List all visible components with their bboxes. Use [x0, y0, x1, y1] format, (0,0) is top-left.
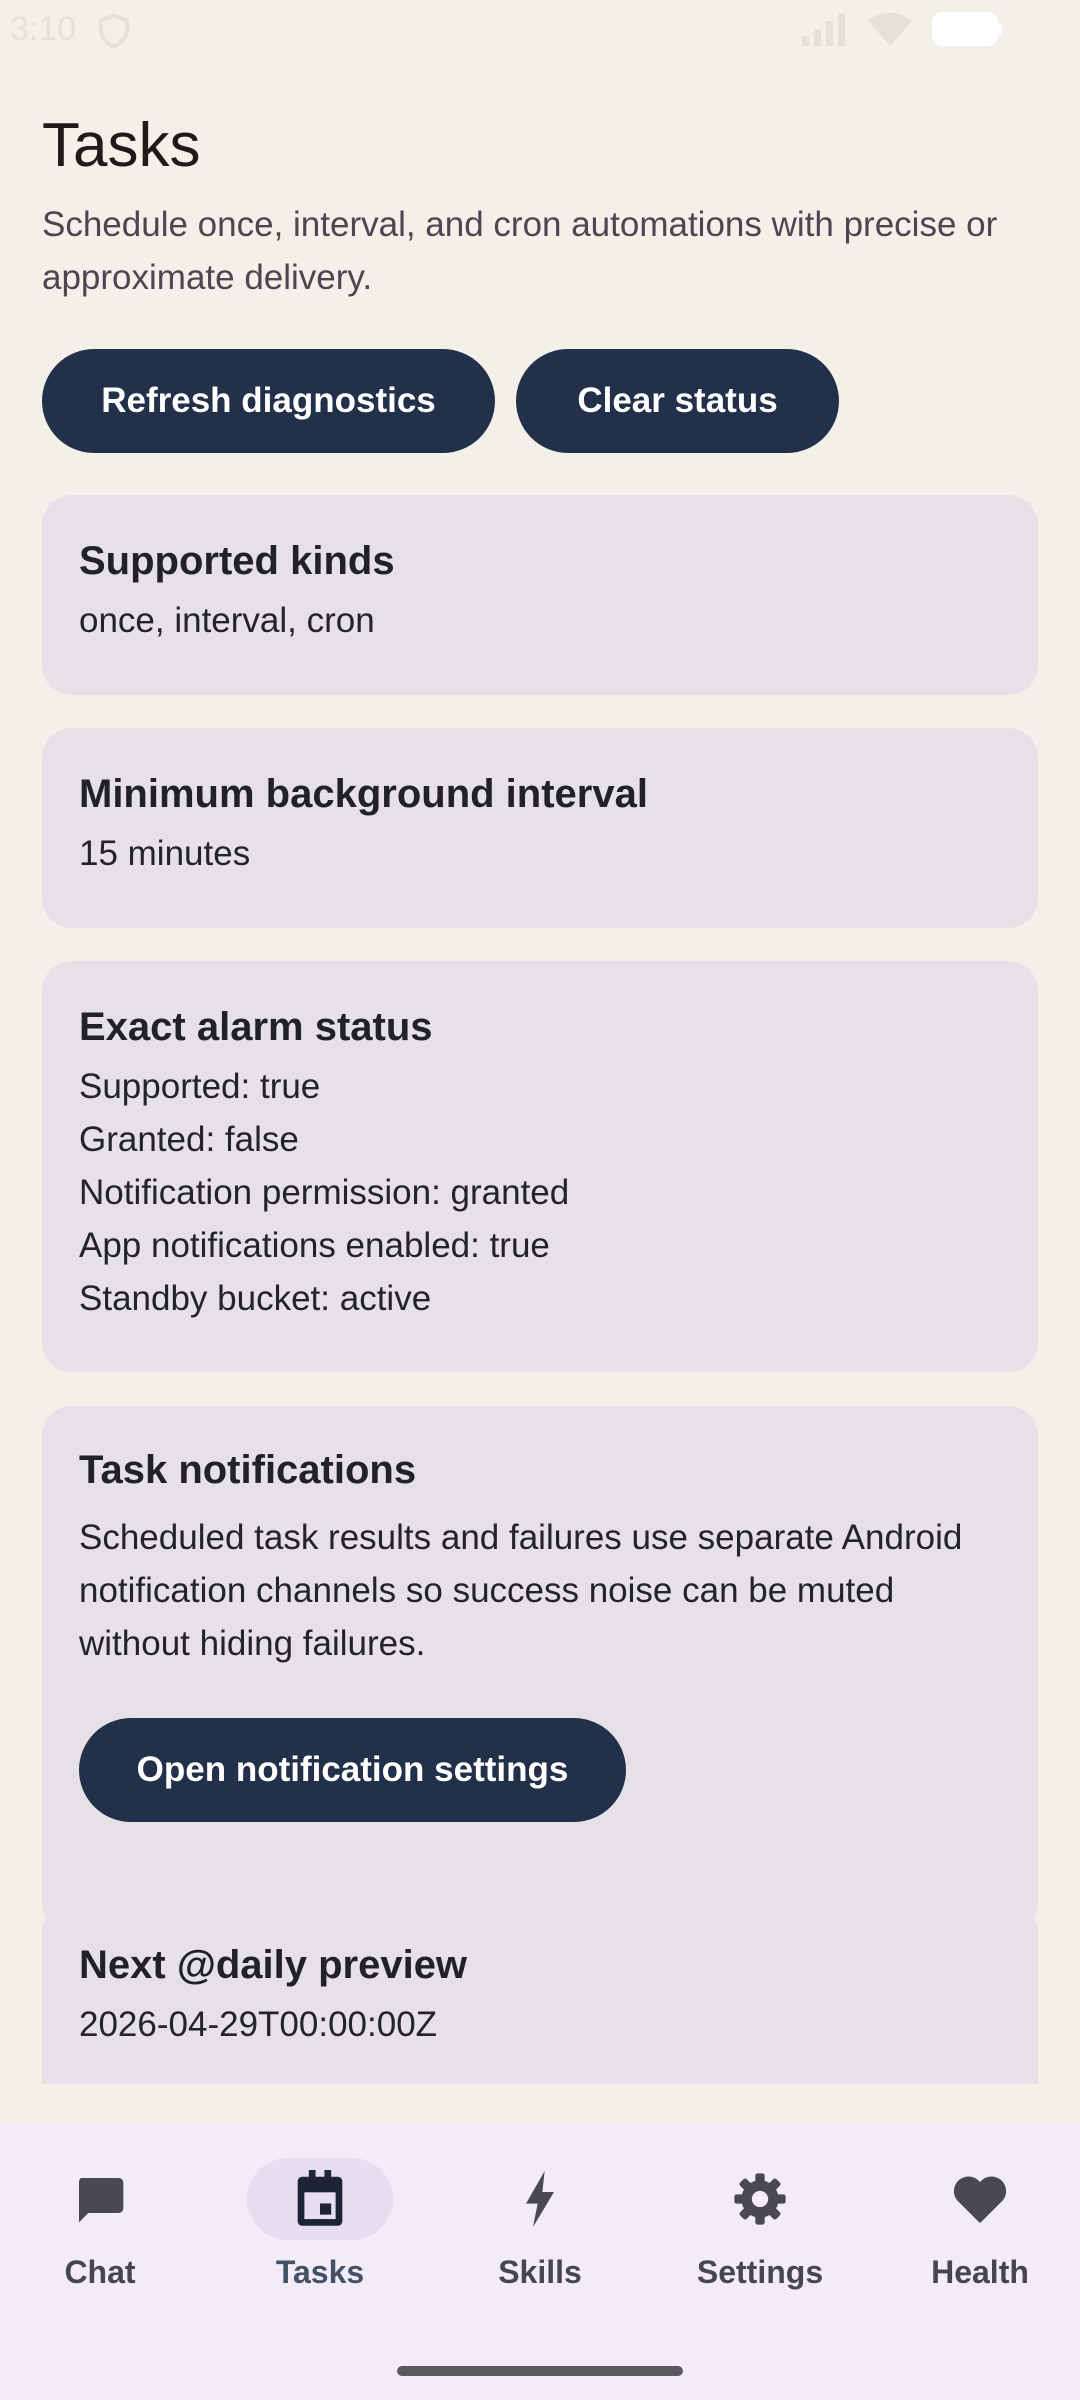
nav-label: Settings	[696, 2254, 824, 2290]
open-notification-settings-button[interactable]: Open notification settings	[79, 1718, 626, 1822]
card-title: Supported kinds	[79, 539, 395, 583]
nav-label: Chat	[64, 2254, 136, 2290]
status-icons	[802, 12, 1002, 46]
home-indicator[interactable]	[397, 2366, 683, 2376]
page-title: Tasks	[42, 111, 201, 180]
alarm-granted-line: Granted: false	[79, 1120, 299, 1159]
refresh-diagnostics-button[interactable]: Refresh diagnostics	[42, 349, 495, 453]
bolt-icon	[526, 2171, 554, 2227]
exact-alarm-card: Exact alarm status Supported: true Grant…	[42, 961, 1038, 1372]
nav-item-chat[interactable]: Chat	[10, 2158, 190, 2308]
shield-icon	[98, 14, 130, 48]
content-scroll[interactable]: Tasks Schedule once, interval, and cron …	[0, 62, 1080, 2084]
nav-label: Health	[931, 2254, 1029, 2290]
heart-icon	[953, 2176, 1007, 2224]
card-body: Scheduled task results and failures use …	[79, 1518, 963, 1663]
nav-active-indicator	[247, 2158, 393, 2240]
signal-icon	[802, 13, 845, 46]
status-time: 3:10	[10, 10, 77, 48]
nav-item-health[interactable]: Health	[890, 2158, 1070, 2308]
min-interval-card: Minimum background interval 15 minutes	[42, 728, 1038, 928]
card-title: Minimum background interval	[79, 772, 648, 816]
app-notifications-line: App notifications enabled: true	[79, 1226, 550, 1265]
nav-icon-container	[27, 2158, 173, 2240]
card-body: 15 minutes	[79, 834, 251, 873]
nav-icon-container	[467, 2158, 613, 2240]
calendar-icon	[297, 2170, 343, 2226]
nav-label: Skills	[498, 2254, 582, 2290]
card-title: Next @daily preview	[79, 1943, 468, 1987]
wifi-icon	[868, 12, 912, 46]
task-notifications-card: Task notifications Scheduled task result…	[42, 1406, 1038, 1932]
gear-icon	[734, 2173, 786, 2225]
card-body: 2026-04-29T00:00:00Z	[79, 2005, 438, 2044]
nav-icon-container	[687, 2158, 833, 2240]
standby-bucket-line: Standby bucket: active	[79, 1279, 432, 1318]
supported-kinds-card: Supported kinds once, interval, cron	[42, 495, 1038, 695]
chat-icon	[79, 2178, 124, 2223]
daily-preview-card: Next @daily preview 2026-04-29T00:00:00Z	[42, 1903, 1038, 2084]
nav-label: Tasks	[275, 2254, 365, 2290]
card-title: Exact alarm status	[79, 1005, 433, 1049]
notification-permission-line: Notification permission: granted	[79, 1173, 570, 1212]
nav-item-tasks[interactable]: Tasks	[230, 2158, 410, 2308]
page-subtitle: Schedule once, interval, and cron automa…	[42, 205, 998, 297]
alarm-supported-line: Supported: true	[79, 1067, 321, 1106]
nav-item-skills[interactable]: Skills	[450, 2158, 630, 2308]
nav-item-settings[interactable]: Settings	[670, 2158, 850, 2308]
battery-icon	[932, 12, 1002, 46]
nav-icon-container	[907, 2158, 1053, 2240]
status-bar: 3:10	[0, 0, 1080, 62]
card-title: Task notifications	[79, 1448, 417, 1492]
bottom-navigation: Chat Tasks Skills Settings Health	[0, 2122, 1080, 2400]
card-body: once, interval, cron	[79, 601, 375, 640]
clear-status-button[interactable]: Clear status	[516, 349, 839, 453]
